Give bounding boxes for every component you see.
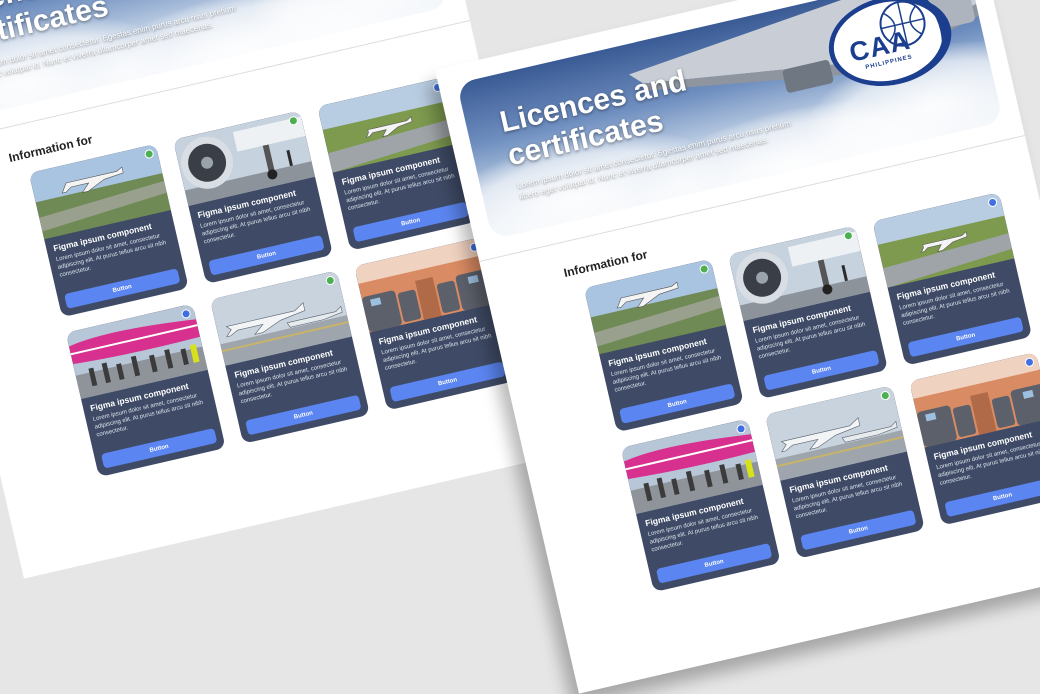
- info-card[interactable]: Figma ipsum component Lorem ipsum dolor s…: [764, 385, 925, 559]
- info-card[interactable]: Figma ipsum component Lorem ipsum dolor s…: [209, 270, 370, 444]
- info-card[interactable]: Figma ipsum component Lorem ipsum dolor s…: [583, 258, 744, 433]
- info-card-grid: Figma ipsum component Lorem ipsum dolor s…: [583, 192, 1040, 593]
- info-card[interactable]: Figma ipsum component Lorem ipsum dolor s…: [872, 192, 1033, 366]
- info-card[interactable]: Figma ipsum component Lorem ipsum dolor s…: [65, 303, 226, 478]
- info-card[interactable]: Figma ipsum component Lorem ipsum dolor s…: [909, 352, 1040, 526]
- info-card-grid: Figma ipsum component Lorem ipsum dolor s…: [28, 77, 515, 478]
- info-card[interactable]: Figma ipsum component Lorem ipsum dolor s…: [173, 110, 334, 285]
- page-mockup-right: Licences and certificates Lorem ipsum do…: [435, 0, 1040, 694]
- info-card[interactable]: Figma ipsum component Lorem ipsum dolor s…: [28, 143, 189, 318]
- info-card[interactable]: Figma ipsum component Lorem ipsum dolor s…: [728, 225, 889, 400]
- info-card[interactable]: Figma ipsum component Lorem ipsum dolor s…: [620, 418, 781, 593]
